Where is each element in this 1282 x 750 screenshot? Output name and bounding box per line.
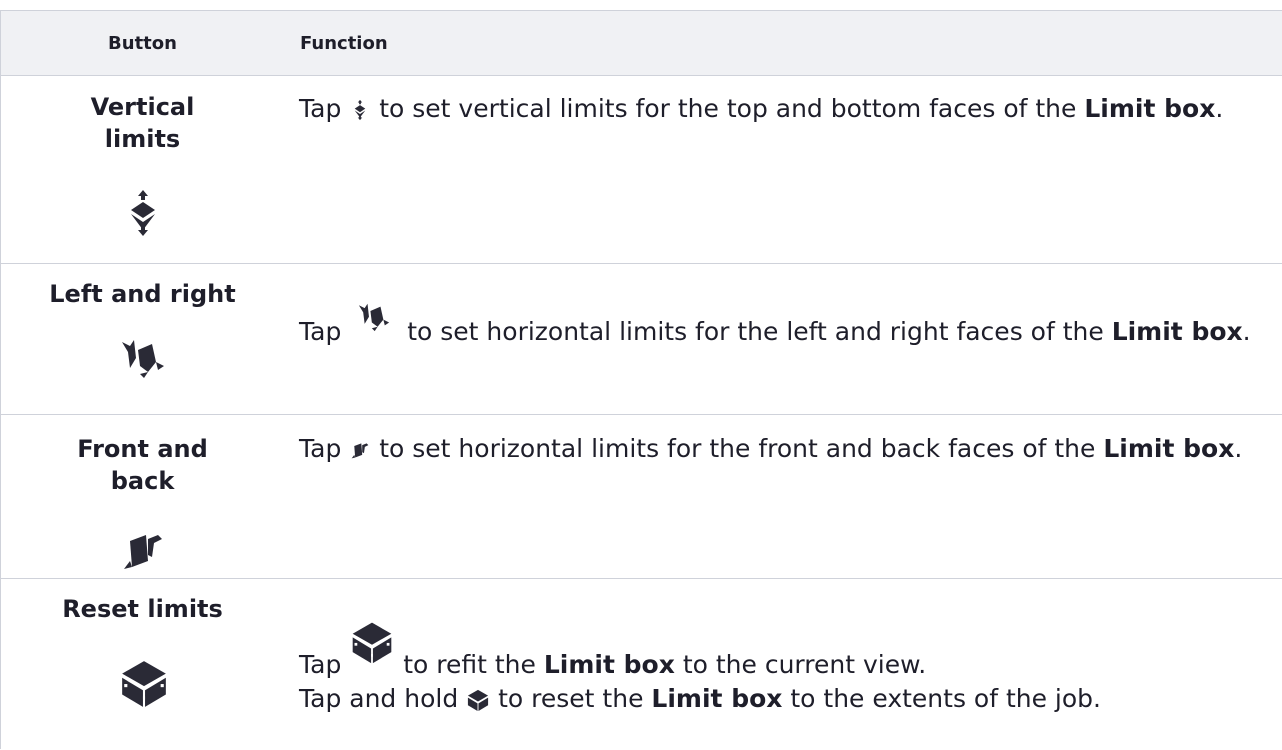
table-row: Vertical limits Tap to set vertical limi… xyxy=(1,76,1282,264)
function-description: Tap to set horizontal limits for the lef… xyxy=(299,298,1262,348)
reset-limits-icon xyxy=(352,622,392,664)
front-back-limits-icon xyxy=(124,535,162,569)
vertical-limits-icon xyxy=(355,99,366,121)
left-right-limits-icon xyxy=(122,340,164,378)
reset-limits-icon xyxy=(122,661,166,707)
button-name: Front and back xyxy=(77,435,208,495)
function-description: Tap to set horizontal limits for the fro… xyxy=(299,434,1243,463)
left-right-limits-icon xyxy=(359,303,390,332)
header-function: Function xyxy=(300,33,388,54)
table-row: Left and right Tap to set horizontal lim… xyxy=(1,264,1282,415)
table-row: Front and back Tap to set horizontal lim… xyxy=(1,415,1282,579)
reset-limits-icon xyxy=(468,689,489,712)
table-row: Reset limits Tap to refit the Limit box … xyxy=(1,579,1282,750)
button-name: Vertical limits xyxy=(90,93,195,153)
button-name: Reset limits xyxy=(62,595,223,623)
vertical-limits-icon xyxy=(131,190,155,236)
header-button: Button xyxy=(108,33,177,54)
button-function-table: Button Function Vertical limits Tap to s… xyxy=(0,10,1282,749)
button-name: Left and right xyxy=(49,280,236,308)
table-header: Button Function xyxy=(1,11,1282,76)
function-description: Tap to set vertical limits for the top a… xyxy=(299,94,1224,123)
front-back-limits-icon xyxy=(351,443,369,459)
function-description: Tap to refit the Limit box to the curren… xyxy=(299,619,1262,715)
